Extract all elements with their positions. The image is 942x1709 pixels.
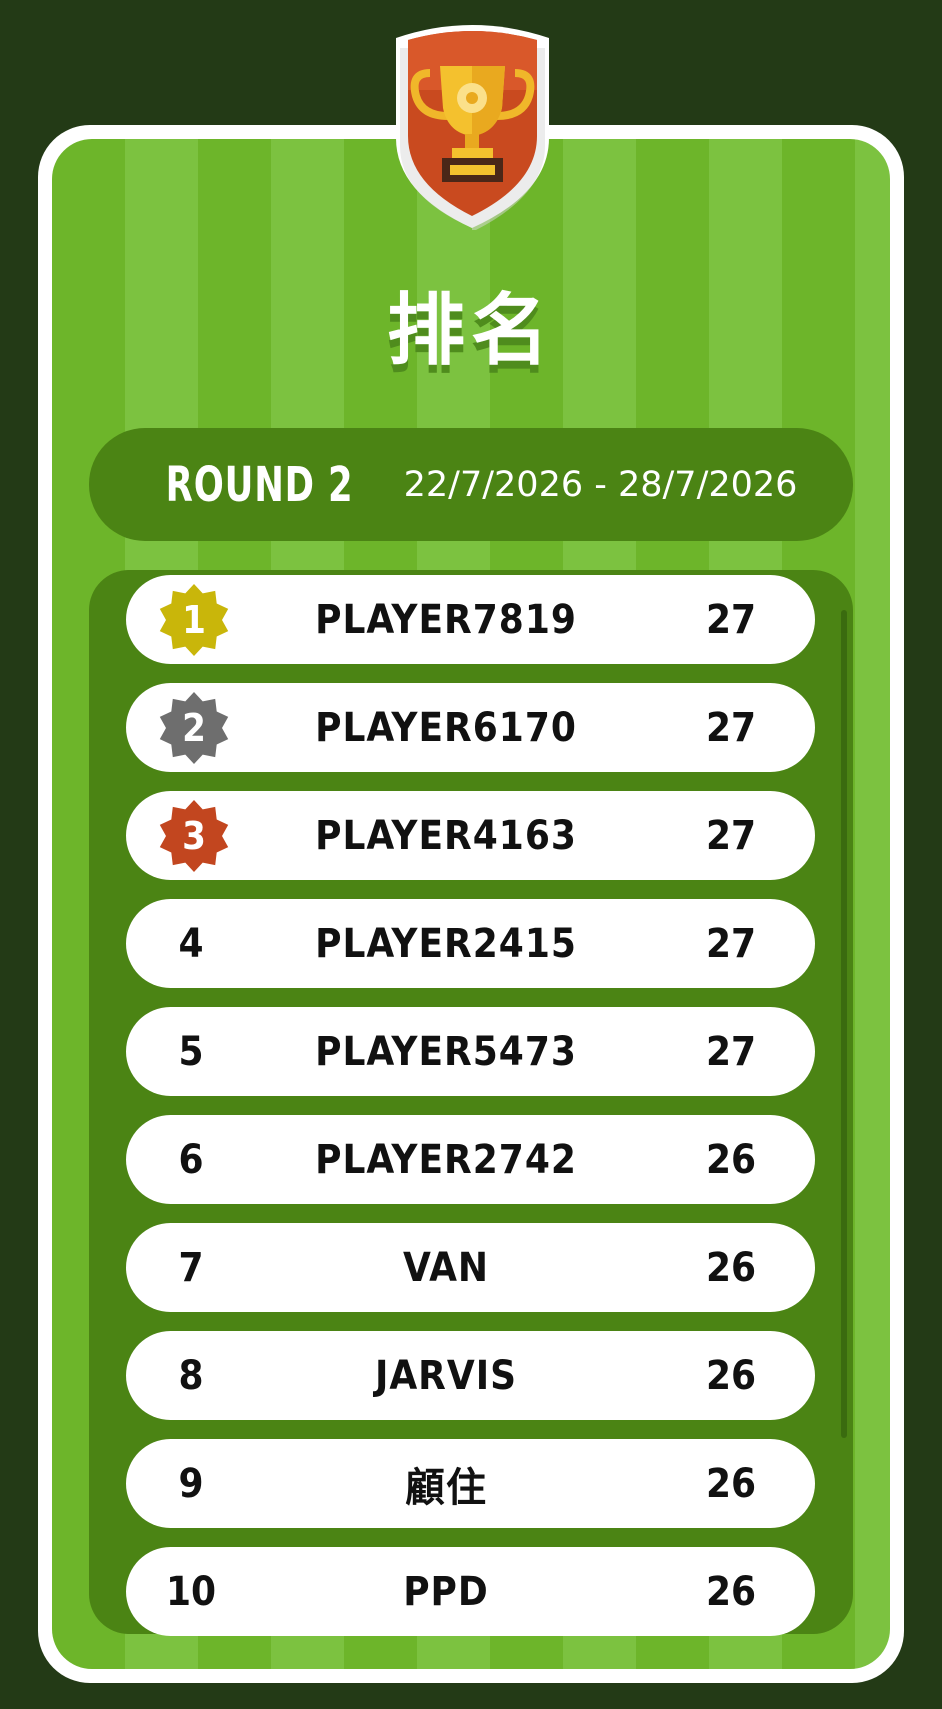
player-name: PLAYER7819 <box>315 596 577 643</box>
round-dates: 22/7/2026 - 28/7/2026 <box>403 464 798 505</box>
player-score: 27 <box>705 920 757 967</box>
leaderboard-row[interactable]: 5 PLAYER5473 27 <box>126 1007 815 1096</box>
silver-medal-icon: 2 <box>158 692 230 764</box>
leaderboard-row[interactable]: 1 PLAYER7819 27 <box>126 575 815 664</box>
leaderboard-row[interactable]: 4 PLAYER2415 27 <box>126 899 815 988</box>
player-name: PPD <box>403 1568 489 1615</box>
player-score: 26 <box>705 1244 757 1291</box>
player-score: 27 <box>705 1028 757 1075</box>
player-name: VAN <box>402 1244 490 1291</box>
rank-number: 1 <box>182 598 206 642</box>
rank-number: 6 <box>178 1136 204 1183</box>
player-name: PLAYER6170 <box>315 704 577 751</box>
trophy-shield-icon <box>390 18 555 232</box>
rank-number: 8 <box>178 1352 204 1399</box>
player-score: 27 <box>705 812 757 859</box>
rank-number: 3 <box>182 814 206 858</box>
rank-number: 10 <box>165 1568 217 1615</box>
rank-number: 5 <box>178 1028 204 1075</box>
player-name: 顧住 <box>405 1464 487 1511</box>
player-name: PLAYER5473 <box>315 1028 577 1075</box>
player-score: 26 <box>705 1568 757 1615</box>
round-header: ROUND 2 22/7/2026 - 28/7/2026 <box>89 428 853 541</box>
player-score: 26 <box>705 1460 757 1507</box>
player-score: 27 <box>705 596 757 643</box>
leaderboard-row[interactable]: 3 PLAYER4163 27 <box>126 791 815 880</box>
gold-medal-icon: 1 <box>158 584 230 656</box>
leaderboard-row[interactable]: 8 JARVIS 26 <box>126 1331 815 1420</box>
rank-number: 9 <box>178 1460 204 1507</box>
leaderboard-row[interactable]: 2 PLAYER6170 27 <box>126 683 815 772</box>
leaderboard-row[interactable]: 6 PLAYER2742 26 <box>126 1115 815 1204</box>
round-label: ROUND 2 <box>165 456 354 513</box>
player-name: PLAYER4163 <box>315 812 577 859</box>
player-name: JARVIS <box>374 1352 518 1399</box>
rank-number: 2 <box>182 706 206 750</box>
bronze-medal-icon: 3 <box>158 800 230 872</box>
page-title: 排名 <box>386 286 555 376</box>
player-name: PLAYER2742 <box>315 1136 577 1183</box>
rank-number: 4 <box>178 920 204 967</box>
leaderboard-row[interactable]: 7 VAN 26 <box>126 1223 815 1312</box>
player-name: PLAYER2415 <box>315 920 577 967</box>
player-score: 26 <box>705 1136 757 1183</box>
leaderboard-row[interactable]: 9 顧住 26 <box>126 1439 815 1528</box>
leaderboard-scrollbar[interactable] <box>841 610 847 1438</box>
rank-number: 7 <box>178 1244 204 1291</box>
player-score: 26 <box>705 1352 757 1399</box>
player-score: 27 <box>705 704 757 751</box>
leaderboard-row[interactable]: 10 PPD 26 <box>126 1547 815 1636</box>
